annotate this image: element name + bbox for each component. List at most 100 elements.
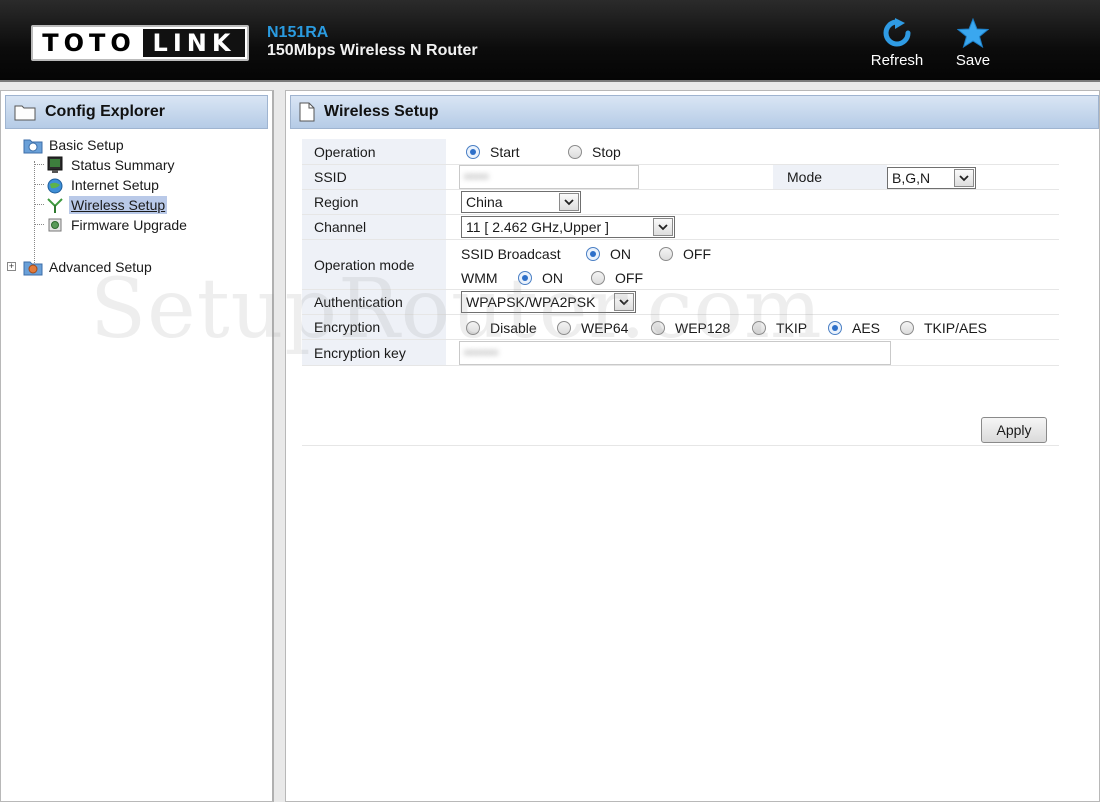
region-value: China bbox=[466, 194, 503, 210]
wmm-label: WMM bbox=[461, 270, 498, 286]
operation-stop-option[interactable]: Stop bbox=[568, 144, 621, 160]
encryption-row: Encryption Disable WEP64 WEP128 TKIP AES bbox=[302, 315, 1059, 340]
form-divider bbox=[302, 445, 1059, 446]
wmm-on-option[interactable]: ON bbox=[518, 270, 563, 286]
config-explorer-panel: Config Explorer Basic Setup Status Summa… bbox=[0, 90, 274, 802]
expand-toggle[interactable]: + bbox=[7, 262, 16, 271]
operation-start-label: Start bbox=[490, 144, 520, 160]
region-select[interactable]: China bbox=[461, 191, 581, 213]
encryption-label: Encryption bbox=[302, 315, 446, 339]
chevron-down-icon bbox=[653, 218, 673, 236]
operation-stop-label: Stop bbox=[592, 144, 621, 160]
channel-row: Channel 11 [ 2.462 GHz,Upper ] bbox=[302, 215, 1059, 240]
encryption-disable-radio[interactable] bbox=[466, 321, 480, 335]
encryption-wep128-radio[interactable] bbox=[651, 321, 665, 335]
encryption-wep64-label: WEP64 bbox=[581, 320, 629, 336]
ssid-broadcast-off-option[interactable]: OFF bbox=[659, 246, 711, 262]
top-banner: TOTO LINK N151RA 150Mbps Wireless N Rout… bbox=[0, 0, 1100, 82]
star-icon bbox=[957, 18, 989, 48]
logo-link-text: LINK bbox=[143, 29, 245, 57]
tree-item-internet-setup[interactable]: Internet Setup bbox=[45, 175, 161, 195]
refresh-label: Refresh bbox=[870, 52, 924, 69]
globe-icon bbox=[45, 176, 65, 194]
tree-item-status-summary[interactable]: Status Summary bbox=[45, 155, 176, 175]
encryption-aes-label: AES bbox=[852, 320, 881, 336]
authentication-value: WPAPSK/WPA2PSK bbox=[466, 294, 596, 310]
tree-connector bbox=[34, 164, 44, 165]
encryption-wep64-option[interactable]: WEP64 bbox=[557, 320, 628, 336]
operation-label: Operation bbox=[302, 139, 446, 164]
tree-item-advanced-setup[interactable]: Advanced Setup bbox=[23, 257, 154, 277]
model-name: N151RA bbox=[267, 24, 329, 41]
encryption-wep128-option[interactable]: WEP128 bbox=[651, 320, 730, 336]
wmm-off-radio[interactable] bbox=[591, 271, 605, 285]
encryption-tkip-radio[interactable] bbox=[752, 321, 766, 335]
ssid-broadcast-off-radio[interactable] bbox=[659, 247, 673, 261]
wmm-label-wrap: WMM bbox=[461, 270, 498, 286]
mode-value: B,G,N bbox=[892, 170, 931, 186]
ssid-broadcast-on-label: ON bbox=[610, 246, 631, 262]
tree-connector bbox=[34, 204, 44, 205]
encryption-key-value: ••••••• bbox=[464, 344, 499, 360]
wmm-off-label: OFF bbox=[615, 270, 643, 286]
folder-icon bbox=[14, 105, 36, 121]
apply-button[interactable]: Apply bbox=[981, 417, 1047, 443]
operation-mode-label: Operation mode bbox=[302, 240, 446, 289]
operation-row: Operation Start Stop bbox=[302, 139, 1059, 165]
encryption-tkip-aes-label: TKIP/AES bbox=[924, 320, 988, 336]
page-title: Wireless Setup bbox=[324, 103, 439, 120]
ssid-broadcast-on-option[interactable]: ON bbox=[586, 246, 631, 262]
wireless-setup-header: Wireless Setup bbox=[290, 95, 1099, 129]
encryption-key-row: Encryption key ••••••• bbox=[302, 340, 1059, 366]
encryption-wep128-label: WEP128 bbox=[675, 320, 731, 336]
tree-item-basic-setup[interactable]: Basic Setup bbox=[23, 135, 126, 155]
document-icon bbox=[299, 102, 315, 122]
encryption-tkip-option[interactable]: TKIP bbox=[752, 320, 807, 336]
network-folder-icon bbox=[23, 136, 43, 154]
encryption-key-label: Encryption key bbox=[302, 340, 446, 365]
product-info: N151RA 150Mbps Wireless N Router bbox=[267, 24, 478, 61]
wireless-setup-panel: Wireless Setup Operation Start Stop SSID… bbox=[285, 90, 1100, 802]
tree-connector bbox=[34, 161, 35, 271]
authentication-select[interactable]: WPAPSK/WPA2PSK bbox=[461, 291, 636, 313]
tree-item-firmware-upgrade[interactable]: Firmware Upgrade bbox=[45, 215, 189, 235]
encryption-tkip-aes-option[interactable]: TKIP/AES bbox=[900, 320, 987, 336]
network-folder-icon bbox=[23, 258, 43, 276]
ssid-broadcast-label: SSID Broadcast bbox=[461, 246, 561, 262]
encryption-tkip-aes-radio[interactable] bbox=[900, 321, 914, 335]
save-label: Save bbox=[955, 52, 991, 69]
refresh-button[interactable]: Refresh bbox=[864, 18, 930, 69]
encryption-key-field[interactable]: ••••••• bbox=[459, 341, 891, 365]
product-name: 150Mbps Wireless N Router bbox=[267, 42, 478, 59]
encryption-aes-option[interactable]: AES bbox=[828, 320, 880, 336]
mode-select[interactable]: B,G,N bbox=[887, 167, 976, 189]
channel-label: Channel bbox=[302, 215, 446, 239]
tree-item-wireless-setup[interactable]: Wireless Setup bbox=[45, 195, 168, 215]
authentication-row: Authentication WPAPSK/WPA2PSK bbox=[302, 290, 1059, 315]
ssid-value: ••••• bbox=[464, 168, 489, 184]
ssid-field[interactable]: ••••• bbox=[459, 165, 639, 189]
tree-item-label: Firmware Upgrade bbox=[71, 217, 187, 233]
save-button[interactable]: Save bbox=[940, 18, 1006, 69]
operation-mode-row: Operation mode SSID Broadcast ON OFF WMM… bbox=[302, 240, 1059, 290]
tree-connector bbox=[34, 224, 44, 225]
region-row: Region China bbox=[302, 190, 1059, 215]
wmm-off-option[interactable]: OFF bbox=[591, 270, 643, 286]
gear-icon bbox=[45, 216, 65, 234]
channel-select[interactable]: 11 [ 2.462 GHz,Upper ] bbox=[461, 216, 675, 238]
operation-start-option[interactable]: Start bbox=[466, 144, 520, 160]
chevron-down-icon bbox=[954, 169, 974, 187]
encryption-aes-radio[interactable] bbox=[828, 321, 842, 335]
tree-item-label: Advanced Setup bbox=[49, 259, 152, 275]
tree-item-label: Basic Setup bbox=[49, 137, 124, 153]
operation-start-radio[interactable] bbox=[466, 145, 480, 159]
ssid-broadcast-on-radio[interactable] bbox=[586, 247, 600, 261]
refresh-icon bbox=[883, 18, 911, 47]
encryption-wep64-radio[interactable] bbox=[557, 321, 571, 335]
ssid-label: SSID bbox=[302, 165, 446, 189]
encryption-disable-option[interactable]: Disable bbox=[466, 320, 537, 336]
tree-connector bbox=[34, 184, 44, 185]
operation-stop-radio[interactable] bbox=[568, 145, 582, 159]
tree-item-label: Status Summary bbox=[71, 157, 175, 173]
wmm-on-radio[interactable] bbox=[518, 271, 532, 285]
